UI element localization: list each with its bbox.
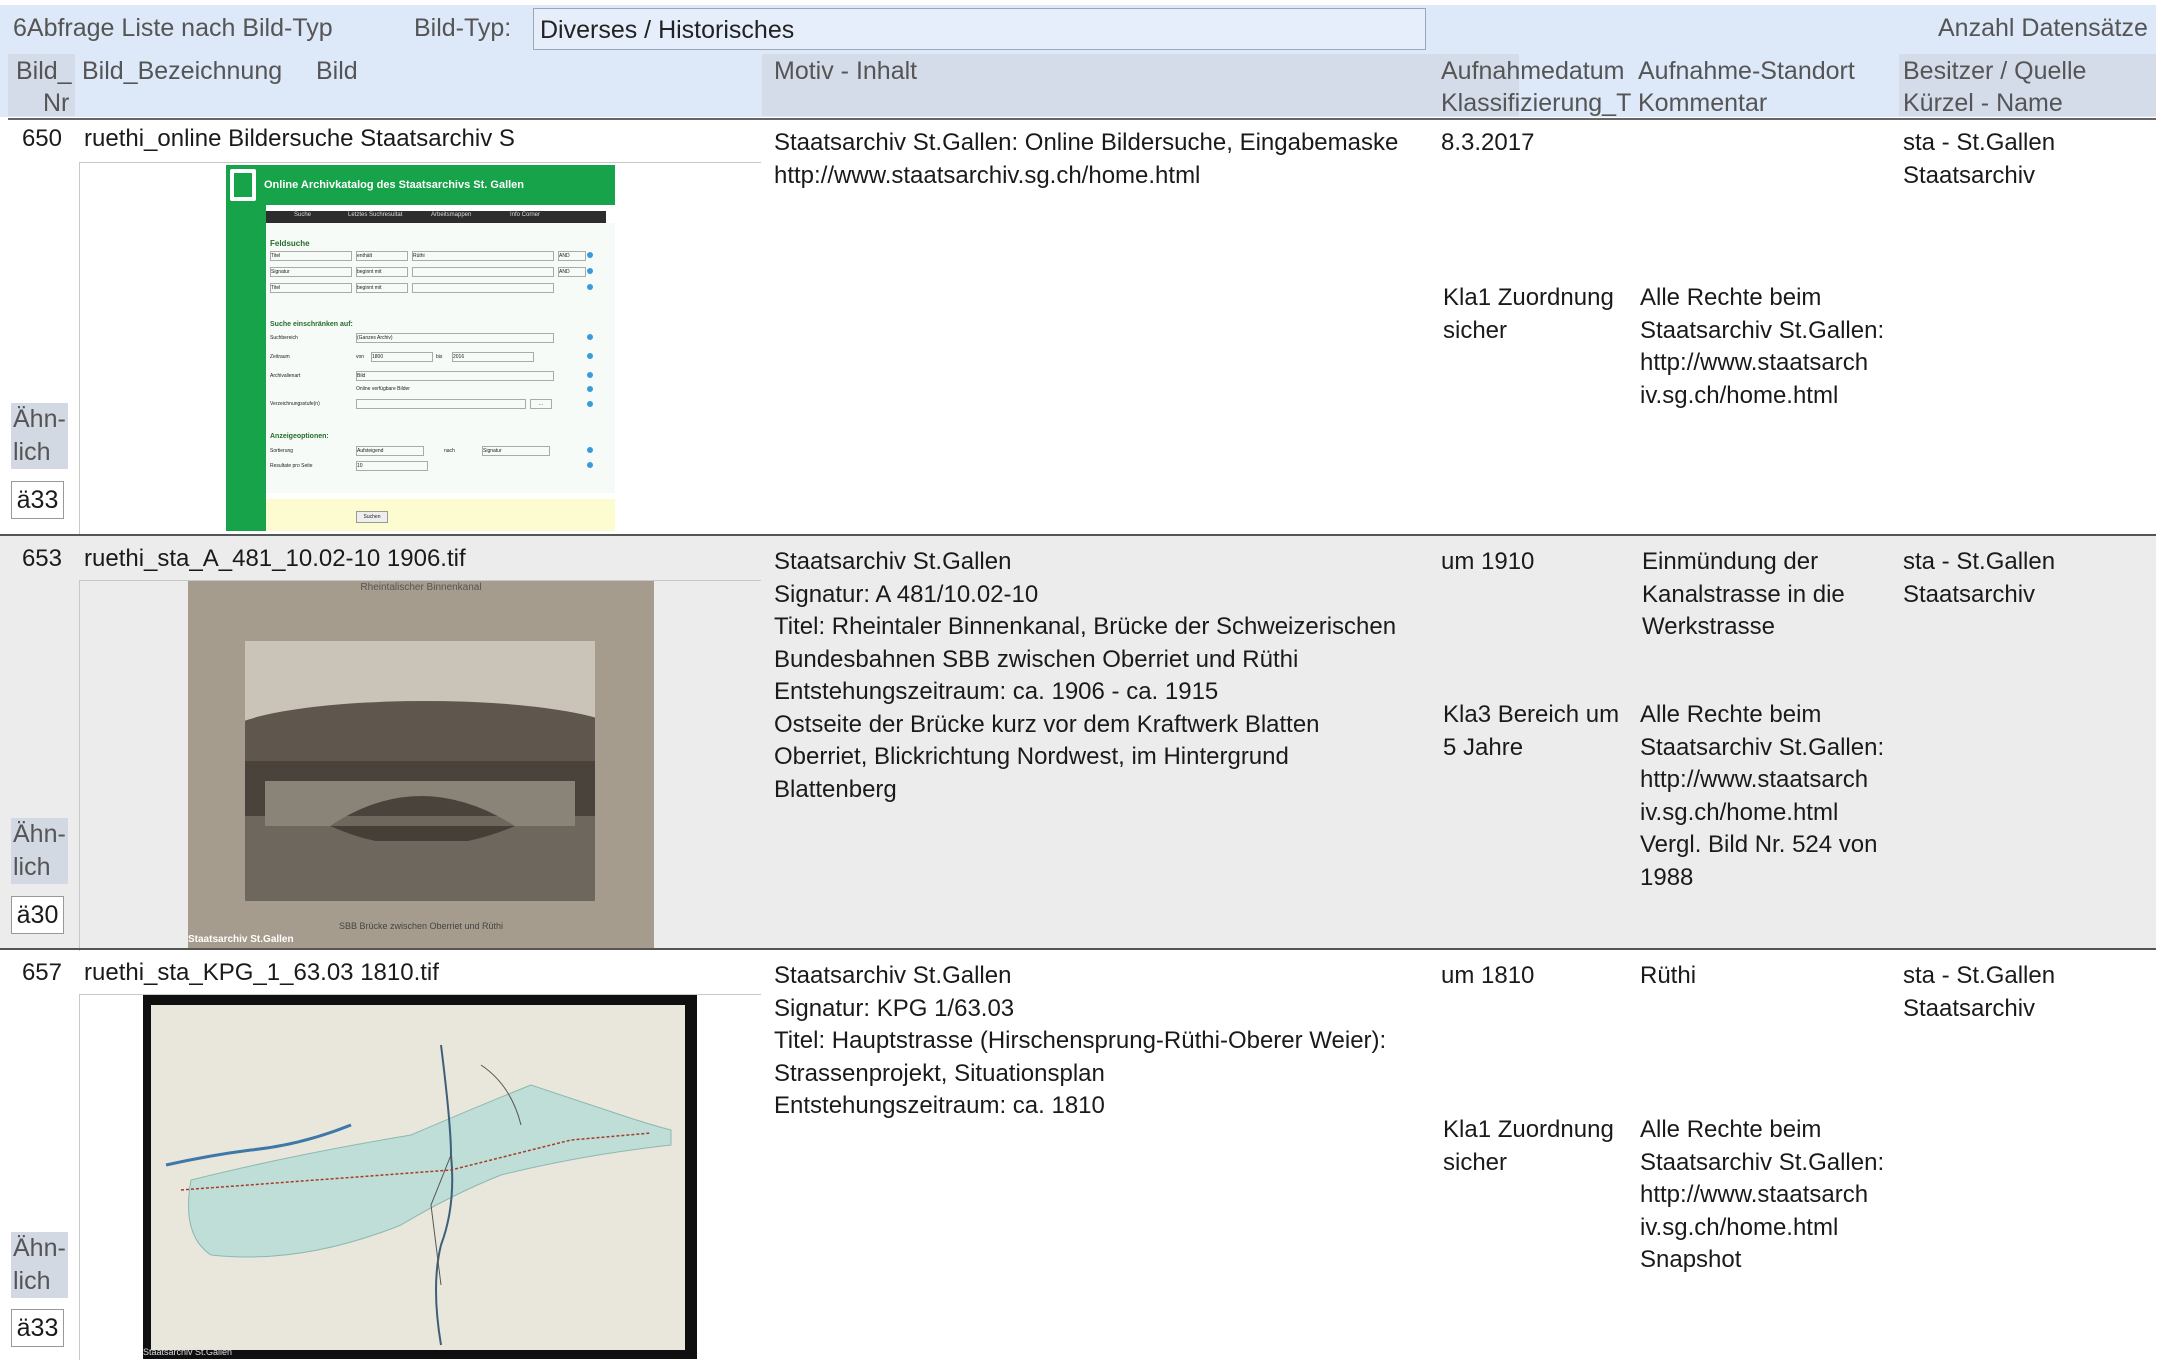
col-header-aufnahmedatum[interactable]: Aufnahmedatum: [1441, 55, 1624, 87]
resultate-input: 10: [356, 461, 428, 471]
nach-label: nach: [444, 448, 455, 454]
record-klassifizierung: Kla1 Zuordnung sicher: [1443, 1116, 1614, 1176]
record-besitzer: sta - St.Gallen Staatsarchiv: [1903, 962, 2056, 1022]
field-op: beginnt mit: [356, 283, 408, 293]
archivalienart-select: Bild: [356, 371, 554, 381]
record-nr: 657: [21, 959, 62, 986]
record-bezeichnung: ruethi_online Bildersuche Staatsarchiv S: [84, 125, 515, 152]
col-header-kommentar[interactable]: Kommentar: [1638, 87, 1767, 119]
sortierung-select: Aufsteigend: [356, 446, 424, 456]
col-header-bezeichnung[interactable]: Bild_Bezeichnung: [82, 55, 282, 87]
tab-letztes: Letztes Suchresultat: [348, 212, 403, 218]
aehnlich-label: Ähn- lich: [11, 403, 68, 469]
verzeichnung-button: ...: [530, 399, 552, 409]
field-value: Rüthi: [412, 251, 554, 261]
record-nr: 653: [21, 545, 62, 572]
filter-field-bild-typ[interactable]: Diverses / Historisches: [533, 8, 1426, 50]
field-select: Signatur: [270, 267, 352, 277]
map-drawing: [165, 1044, 672, 1346]
archive-tabs: Suche Letztes Suchresultat Arbeitsmappen…: [266, 211, 606, 223]
record-klassifizierung: Kla1 Zuordnung sicher: [1443, 284, 1614, 344]
map-watermark: Staatsarchiv St.Gallen: [143, 1347, 233, 1357]
col-header-bild[interactable]: Bild: [316, 55, 358, 87]
record-bezeichnung: ruethi_sta_A_481_10.02-10 1906.tif: [84, 545, 466, 572]
suchbereich-label: Suchbereich: [270, 335, 298, 341]
record-standort: Rüthi: [1640, 962, 1697, 989]
nach-select: Signatur: [482, 446, 550, 456]
table-row: 650 ruethi_online Bildersuche Staatsarch…: [0, 120, 2156, 535]
field-select: Titel: [270, 283, 352, 293]
record-kommentar: Alle Rechte beim Staatsarchiv St.Gallen:…: [1640, 284, 1885, 409]
photo-caption-bottom: SBB Brücke zwischen Oberriet und Rüthi: [338, 921, 504, 931]
record-kommentar: Alle Rechte beim Staatsarchiv St.Gallen:…: [1640, 1116, 1885, 1273]
record-besitzer: sta - St.Gallen Staatsarchiv: [1903, 129, 2056, 189]
field-op: enthält: [356, 251, 408, 261]
zeitraum-label: Zeitraum: [270, 354, 290, 360]
record-standort: Einmündung der Kanalstrasse in die Werks…: [1642, 548, 1845, 640]
col-header-nr[interactable]: Bild_: [16, 55, 72, 87]
table-row: 653 ruethi_sta_A_481_10.02-10 1906.tif S…: [0, 534, 2156, 951]
record-aufnahmedatum: 8.3.2017: [1441, 129, 1535, 156]
aehnlich-label: Ähn- lich: [11, 1232, 68, 1298]
von-label: von: [356, 354, 365, 360]
aehnlich-button[interactable]: ä30: [11, 896, 64, 934]
sg-crest-icon: [230, 169, 256, 201]
photo-watermark: Staatsarchiv St.Gallen: [188, 934, 294, 945]
suchen-button: Suchen: [356, 511, 388, 523]
record-nr: 650: [21, 125, 62, 152]
report-title: 6Abfrage Liste nach Bild-Typ: [13, 14, 333, 42]
thumbnail-online-archive[interactable]: Online Archivkatalog des Staatsarchivs S…: [226, 165, 615, 531]
col-header-nr-2: Nr: [43, 89, 70, 117]
bis-input: 2016: [452, 352, 534, 362]
aehnlich-button[interactable]: ä33: [11, 481, 64, 519]
bridge-shape: [265, 781, 575, 841]
record-count-label: Anzahl Datensätze: [1938, 14, 2148, 42]
table-row: 657 ruethi_sta_KPG_1_63.03 1810.tif Staa…: [0, 948, 2156, 1360]
online-checkbox-label: Online verfügbare Bilder: [356, 386, 410, 392]
record-motiv: Staatsarchiv St.Gallen Signatur: A 481/1…: [774, 548, 1397, 803]
sortierung-label: Sortierung: [270, 448, 294, 454]
verzeichnung-label: Verzeichnungsstufe(n): [270, 401, 320, 407]
col-header-standort[interactable]: Aufnahme-Standort: [1638, 55, 1855, 87]
resultate-label: Resultate pro Seite: [270, 463, 313, 469]
archivalienart-label: Archivalienart: [270, 373, 301, 379]
aehnlich-label: Ähn- lich: [11, 818, 68, 884]
field-op: beginnt mit: [356, 267, 408, 277]
field-value: [412, 267, 554, 277]
field-bool: AND: [558, 251, 586, 261]
thumbnail-historic-map[interactable]: Staatsarchiv St.Gallen: [143, 995, 697, 1359]
record-motiv: Staatsarchiv St.Gallen: Online Bildersuc…: [774, 129, 1399, 189]
tab-arbeitsmappen: Arbeitsmappen: [431, 212, 472, 218]
feldsuche-heading: Feldsuche: [270, 239, 310, 248]
record-bezeichnung: ruethi_sta_KPG_1_63.03 1810.tif: [84, 959, 439, 986]
record-besitzer: sta - St.Gallen Staatsarchiv: [1903, 548, 2056, 608]
einschraenken-heading: Suche einschränken auf:: [270, 321, 353, 328]
col-header-besitzer[interactable]: Besitzer / Quelle: [1903, 55, 2086, 87]
tab-suche: Suche: [294, 212, 312, 218]
record-motiv: Staatsarchiv St.Gallen Signatur: KPG 1/6…: [774, 962, 1387, 1119]
record-aufnahmedatum: um 1910: [1441, 548, 1535, 575]
field-value: [412, 283, 554, 293]
field-bool: AND: [558, 267, 586, 277]
record-aufnahmedatum: um 1810: [1441, 962, 1535, 989]
von-input: 1800: [371, 352, 433, 362]
record-klassifizierung: Kla3 Bereich um 5 Jahre: [1443, 701, 1620, 761]
field-select: Titel: [270, 251, 352, 261]
bis-label: bis: [436, 354, 443, 360]
filter-label: Bild-Typ:: [414, 14, 512, 42]
verzeichnung-input: [356, 399, 526, 409]
anzeige-heading: Anzeigeoptionen:: [270, 433, 329, 440]
thumbnail-photo-bridge[interactable]: Rheintalischer Binnenkanal SBB Brücke zw…: [188, 581, 654, 948]
suchbereich-select: (Ganzes Archiv): [356, 333, 554, 343]
col-header-motiv[interactable]: Motiv - Inhalt: [774, 55, 917, 87]
aehnlich-button[interactable]: ä33: [11, 1309, 64, 1347]
tab-info: Info Corner: [510, 212, 541, 218]
archive-title: Online Archivkatalog des Staatsarchivs S…: [264, 179, 525, 191]
photo-caption-top: Rheintalischer Binnenkanal: [360, 582, 482, 593]
archive-sidebar: [226, 165, 266, 531]
col-header-kuerzel[interactable]: Kürzel - Name: [1903, 87, 2063, 119]
record-kommentar: Alle Rechte beim Staatsarchiv St.Gallen:…: [1640, 701, 1885, 891]
info-icons: [587, 252, 593, 468]
col-header-klassifizierung[interactable]: Klassifizierung_T: [1441, 87, 1631, 119]
